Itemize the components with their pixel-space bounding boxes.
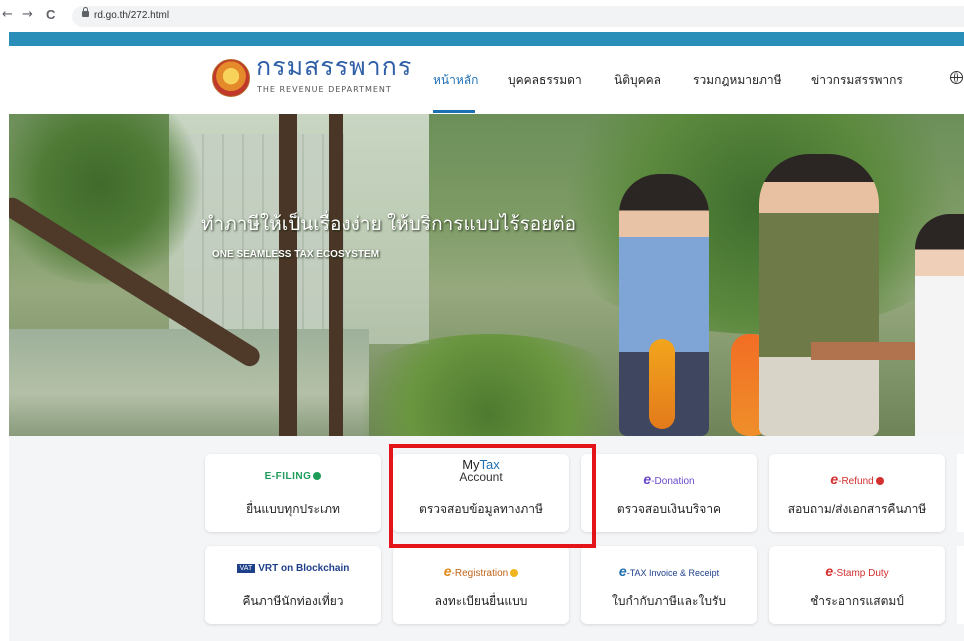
nav-corporate[interactable]: นิติบุคคล — [614, 71, 661, 90]
service-card-e-refund[interactable]: e-Refund สอบถาม/ส่งเอกสารคืนภาษี — [769, 454, 945, 532]
service-card-label: ชำระอากรแสตมป์ — [810, 594, 904, 608]
hero-banner: ทำภาษีให้เป็นเรื่องง่าย ให้บริการแบบไร้ร… — [9, 114, 964, 436]
hero-subtitle: ONE SEAMLESS TAX ECOSYSTEM — [212, 249, 380, 260]
service-card-label: ยื่นแบบทุกประเภท — [246, 502, 340, 516]
hero-skateboard — [649, 339, 675, 429]
service-card-partial[interactable] — [957, 546, 964, 624]
address-bar[interactable]: rd.go.th/272.html — [72, 6, 964, 27]
service-card-label: คืนภาษีนักท่องเที่ยว — [242, 594, 344, 608]
efiling-dot-icon — [313, 472, 322, 481]
nav-home[interactable]: หน้าหลัก — [433, 71, 478, 90]
e-registration-logo: e-Registration — [393, 563, 569, 579]
e-donation-logo: e-Donation — [643, 471, 695, 487]
service-card-e-donation[interactable]: e-Donation ตรวจสอบเงินบริจาค — [581, 454, 757, 532]
browser-toolbar: ← → C rd.go.th/272.html — [0, 0, 964, 32]
nav-active-indicator — [433, 110, 475, 113]
hero-tree-trunk — [279, 114, 297, 436]
service-card-label: สอบถาม/ส่งเอกสารคืนภาษี — [787, 502, 927, 516]
forward-button[interactable]: → — [22, 8, 33, 22]
lock-icon — [82, 7, 89, 17]
highlight-box — [389, 444, 596, 548]
hero-foliage-bottom — [329, 334, 649, 436]
service-card-efiling[interactable]: E-FILING ยื่นแบบทุกประเภท — [205, 454, 381, 532]
service-card-e-tax-invoice[interactable]: e-TAX Invoice & Receipt ใบกำกับภาษีและใบ… — [581, 546, 757, 624]
logo-title-th[interactable]: กรมสรรพากร — [256, 53, 412, 81]
nav-news[interactable]: ข่าวกรมสรรพากร — [811, 71, 903, 90]
efiling-logo: E-FILING — [205, 471, 381, 482]
site-header: กรมสรรพากร THE REVENUE DEPARTMENT หน้าหล… — [9, 46, 964, 114]
nav-individual[interactable]: บุคคลธรรมดา — [508, 71, 582, 90]
vrt-blockchain-logo: VAT VRT on Blockchain — [205, 563, 381, 574]
service-card-label: ลงทะเบียนยื่นแบบ — [434, 594, 528, 608]
hero-person-woman — [915, 214, 964, 436]
top-band — [9, 32, 964, 46]
hero-title: ทำภาษีให้เป็นเรื่องง่าย ให้บริการแบบไร้ร… — [201, 214, 577, 235]
e-refund-logo: e-Refund — [769, 471, 945, 487]
e-refund-dot-icon — [875, 477, 884, 486]
revenue-department-emblem-icon[interactable] — [212, 59, 250, 97]
e-tax-invoice-logo: e-TAX Invoice & Receipt — [618, 563, 720, 579]
hero-person-man — [759, 154, 879, 436]
service-card-partial[interactable] — [957, 454, 964, 532]
service-card-label: ตรวจสอบเงินบริจาค — [616, 502, 722, 516]
nav-tax-law[interactable]: รวมกฎหมายภาษี — [693, 71, 782, 90]
globe-icon[interactable] — [950, 71, 963, 84]
e-stamp-duty-logo: e-Stamp Duty — [825, 563, 889, 579]
service-card-vrt-blockchain[interactable]: VAT VRT on Blockchain คืนภาษีนักท่องเที่ย… — [205, 546, 381, 624]
service-card-e-stamp-duty[interactable]: e-Stamp Duty ชำระอากรแสตมป์ — [769, 546, 945, 624]
logo-title-en: THE REVENUE DEPARTMENT — [257, 85, 392, 94]
reload-button[interactable]: C — [46, 8, 55, 22]
hero-foliage-right — [529, 114, 964, 334]
service-card-label: ใบกำกับภาษีและใบรับ — [612, 594, 726, 608]
hero-tree-trunk — [329, 114, 343, 436]
hero-water-image — [9, 329, 369, 436]
e-registration-dot-icon — [510, 569, 519, 578]
url-text: rd.go.th/272.html — [94, 10, 170, 21]
back-button[interactable]: ← — [2, 8, 13, 22]
service-card-e-registration[interactable]: e-Registration ลงทะเบียนยื่นแบบ — [393, 546, 569, 624]
